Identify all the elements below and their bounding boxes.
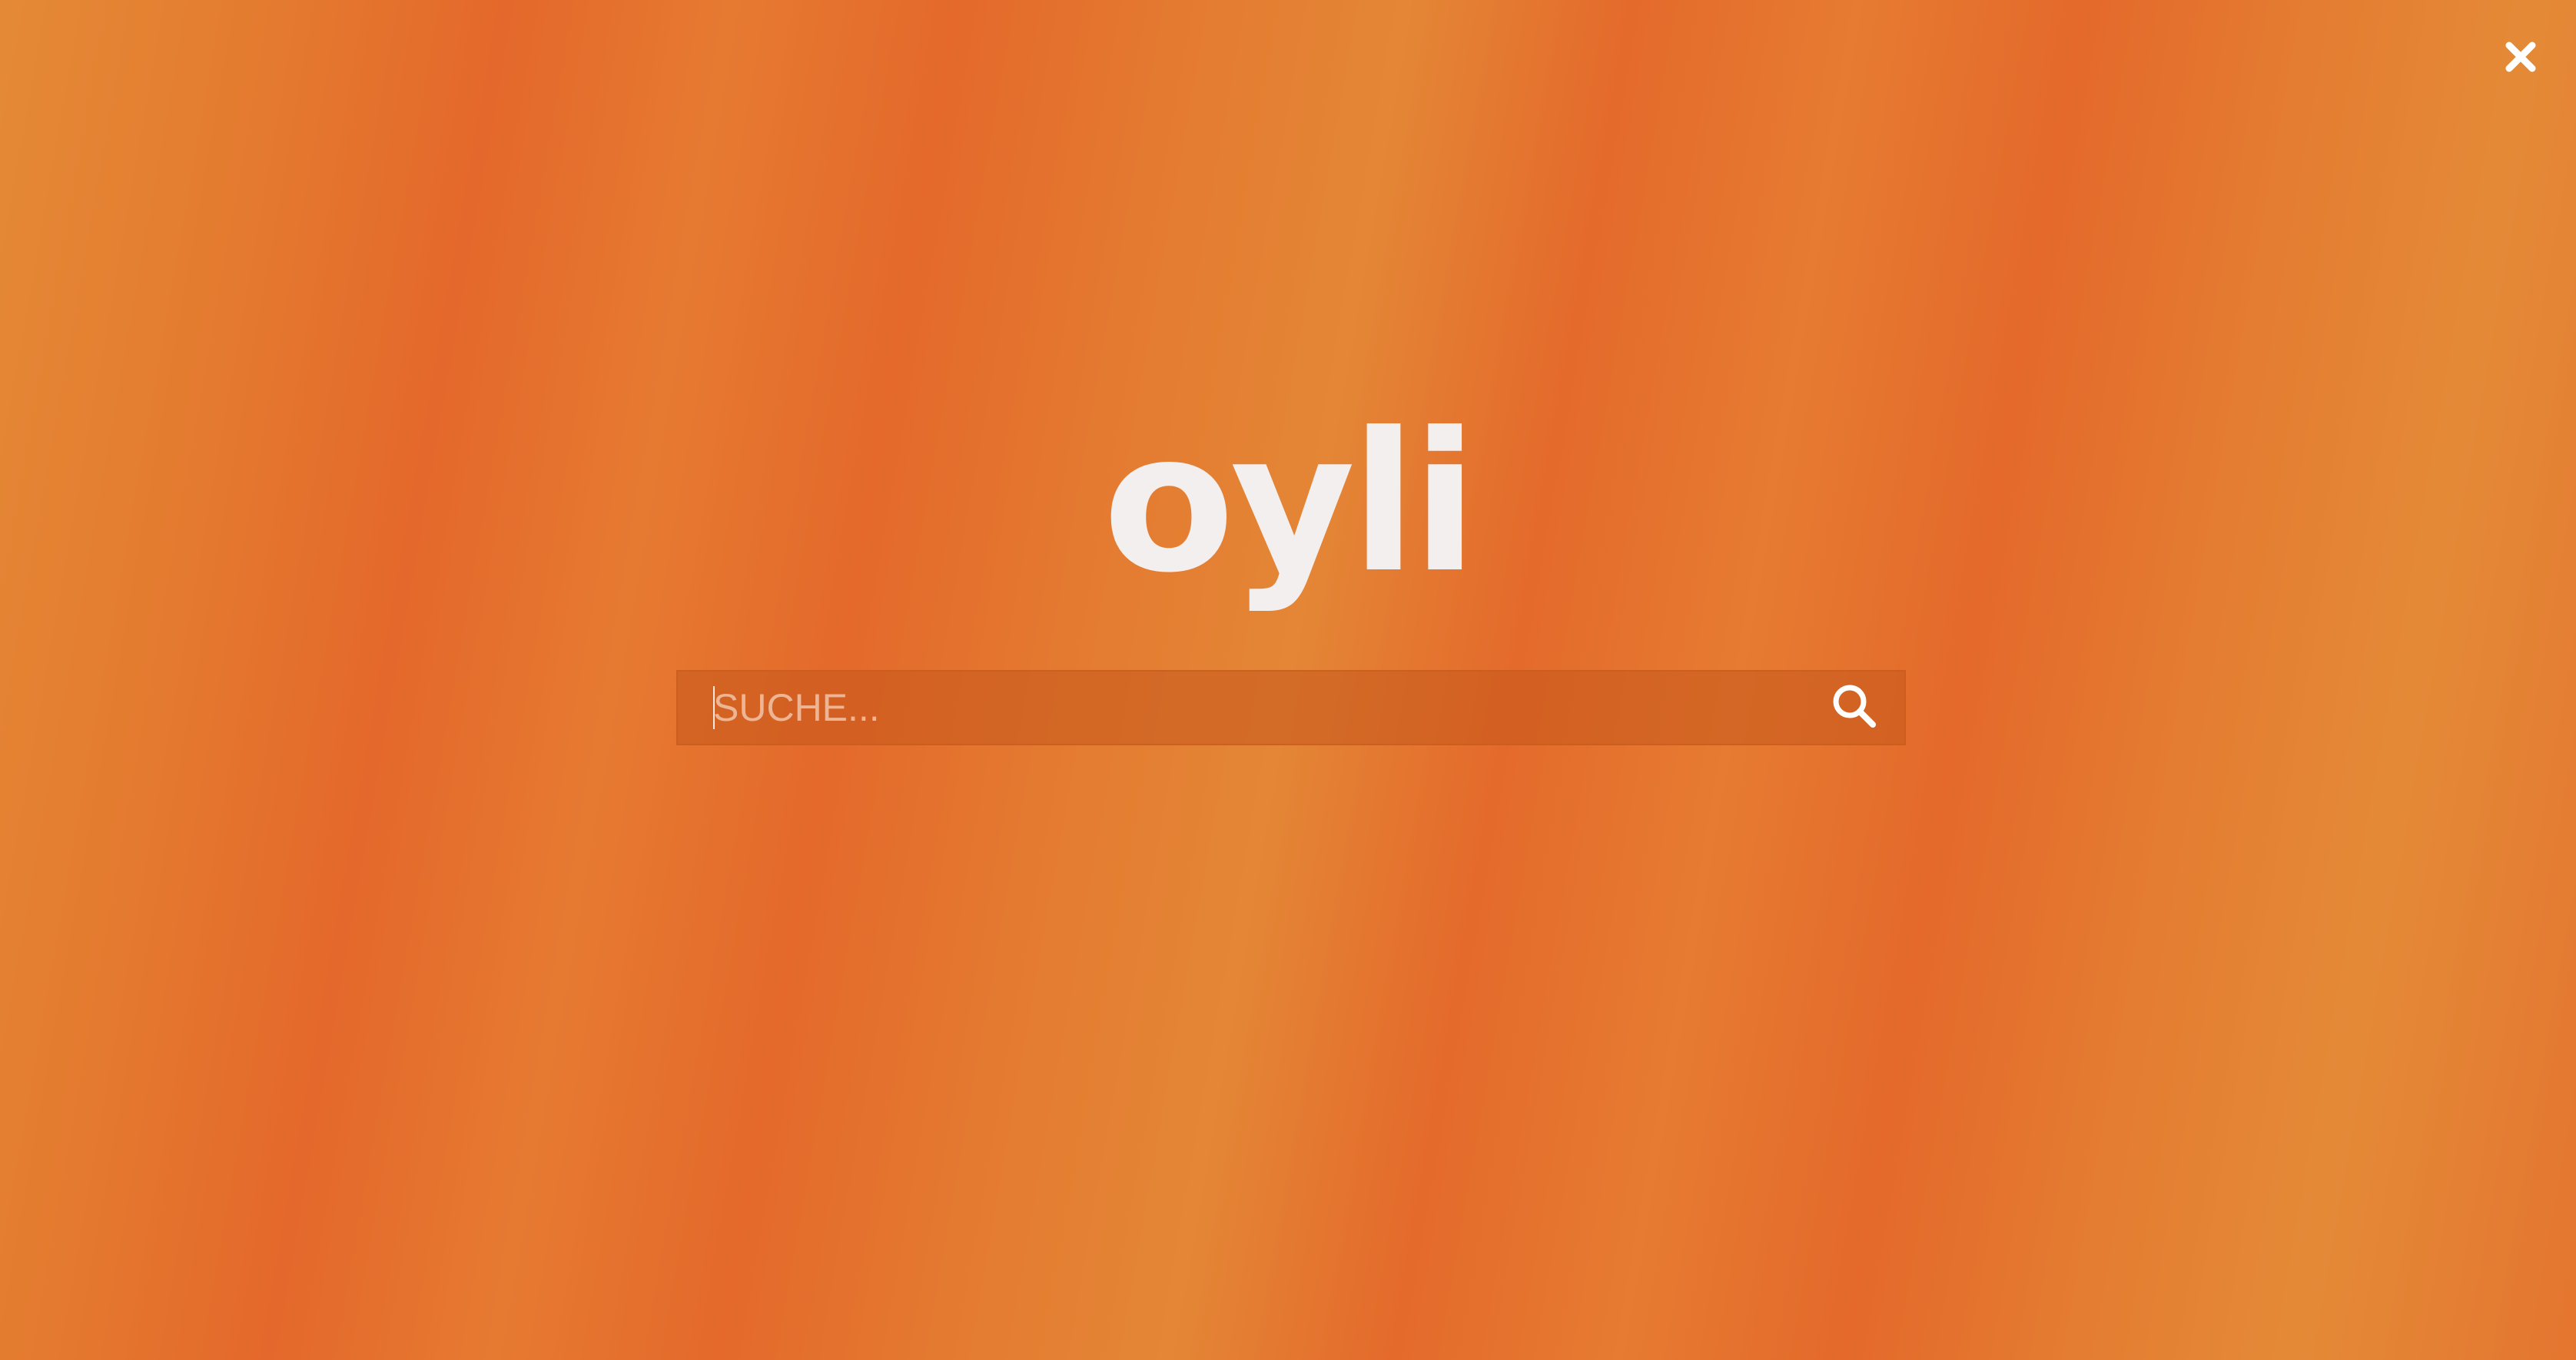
text-cursor	[713, 686, 715, 729]
search-icon	[1830, 682, 1879, 735]
site-logo[interactable]: oyli	[0, 407, 2576, 599]
search-input[interactable]	[678, 672, 1820, 744]
search-button[interactable]	[1820, 671, 1889, 745]
search-bar	[676, 670, 1906, 745]
close-icon	[2503, 39, 2538, 78]
close-button[interactable]	[2496, 34, 2545, 83]
